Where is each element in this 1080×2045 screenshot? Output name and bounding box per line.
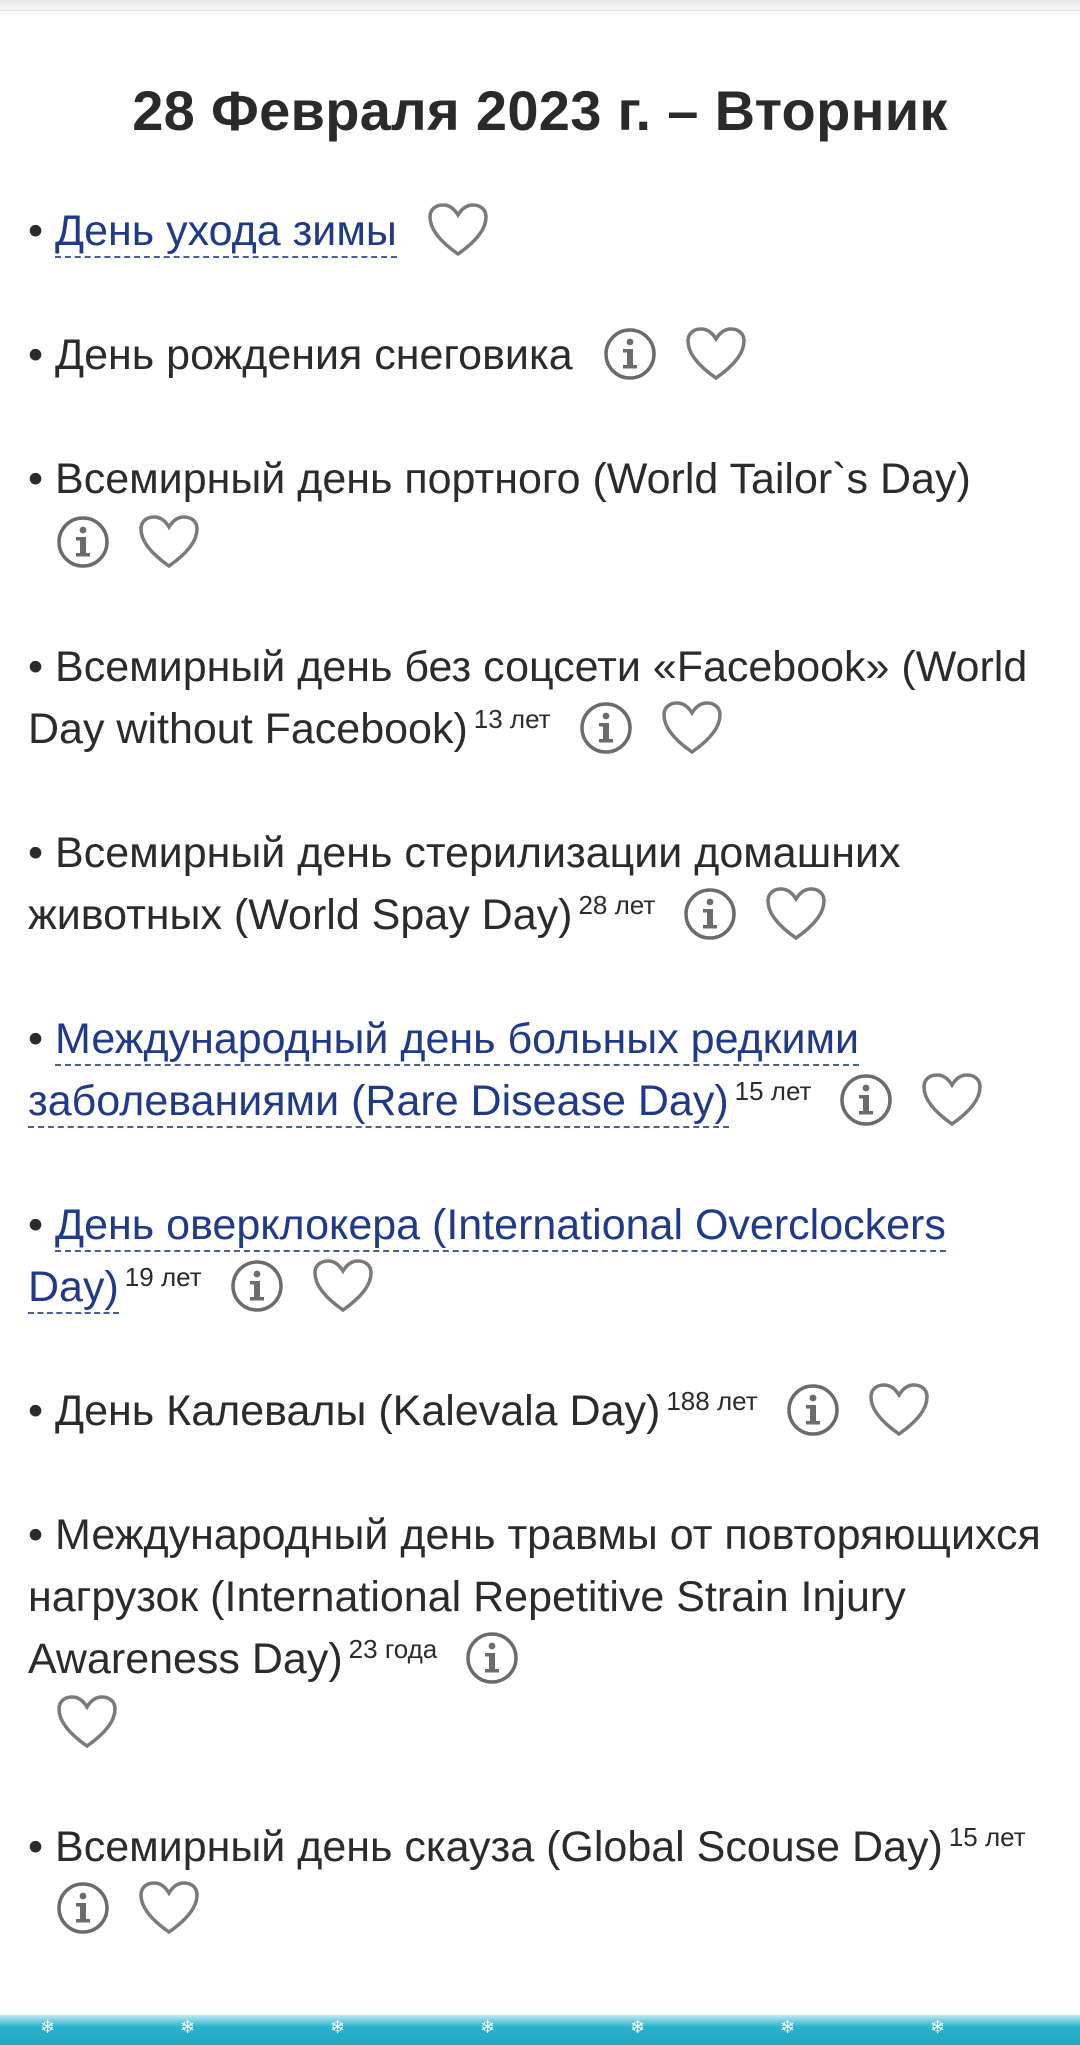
- holiday-age: 28 лет: [578, 889, 656, 920]
- holiday-item: • Международный день больных редкими заб…: [28, 1008, 1058, 1132]
- holiday-label: Всемирный день без соцсети «Facebook» (W…: [28, 643, 1028, 753]
- heart-icon[interactable]: [312, 1258, 374, 1314]
- info-icon[interactable]: [56, 515, 110, 569]
- info-icon[interactable]: [465, 1631, 519, 1685]
- heart-icon[interactable]: [427, 202, 489, 258]
- holiday-list: • День ухода зимы • День рождения снегов…: [28, 200, 1058, 2002]
- holiday-item: • Всемирный день без соцсети «Facebook» …: [28, 636, 1058, 760]
- info-icon[interactable]: [786, 1383, 840, 1437]
- heart-icon[interactable]: [921, 1072, 983, 1128]
- snowflake-icon: ❄: [180, 2017, 196, 2038]
- info-icon[interactable]: [683, 887, 737, 941]
- holiday-age: 19 лет: [124, 1261, 202, 1292]
- heart-icon[interactable]: [685, 326, 747, 382]
- snowflake-icon: ❄: [330, 2017, 346, 2038]
- holiday-link[interactable]: День оверклокера (International Overcloc…: [28, 1201, 946, 1314]
- holiday-item: • Всемирный день стерилизации домашних ж…: [28, 822, 1058, 946]
- holiday-item: • Международный день травмы от повторяющ…: [28, 1504, 1058, 1754]
- holiday-item: • День оверклокера (International Overcl…: [28, 1194, 1058, 1318]
- snowflake-icon: ❄: [930, 2017, 946, 2038]
- snowflake-icon: ❄: [780, 2017, 796, 2038]
- heart-icon[interactable]: [765, 886, 827, 942]
- holiday-link[interactable]: Международный день больных редкими забол…: [28, 1015, 860, 1128]
- holiday-item: • День Калевалы (Kalevala Day) 188 лет: [28, 1380, 1058, 1442]
- holiday-actions: [56, 512, 1058, 574]
- top-divider: [0, 0, 1080, 11]
- bullet: •: [28, 1511, 44, 1559]
- holiday-actions: [56, 1692, 1058, 1754]
- holiday-item: • День ухода зимы: [28, 200, 1058, 262]
- bullet: •: [28, 207, 44, 255]
- holiday-item: • День рождения снеговика: [28, 324, 1058, 386]
- bullet: •: [28, 1015, 44, 1063]
- info-icon[interactable]: [603, 327, 657, 381]
- snowflake-icon: ❄: [40, 2017, 56, 2038]
- holiday-age: 23 года: [348, 1633, 438, 1664]
- holiday-age: 13 лет: [473, 703, 551, 734]
- heart-icon[interactable]: [138, 514, 200, 570]
- bullet: •: [28, 829, 44, 877]
- snowflake-icon: ❄: [480, 2017, 496, 2038]
- holiday-label: Всемирный день портного (World Tailor`s …: [55, 455, 971, 503]
- snowflake-icon: ❄: [630, 2017, 646, 2038]
- heart-icon[interactable]: [661, 700, 723, 756]
- heart-icon[interactable]: [56, 1694, 118, 1750]
- holiday-item: • Всемирный день портного (World Tailor`…: [28, 448, 1058, 574]
- holiday-item: • Всемирный день скауза (Global Scouse D…: [28, 1816, 1058, 1940]
- holiday-link[interactable]: День ухода зимы: [55, 207, 397, 258]
- bullet: •: [28, 455, 44, 503]
- holiday-label: День Калевалы (Kalevala Day): [55, 1387, 661, 1435]
- bullet: •: [28, 1387, 44, 1435]
- bullet: •: [28, 1823, 44, 1871]
- info-icon[interactable]: [230, 1259, 284, 1313]
- heart-icon[interactable]: [868, 1382, 930, 1438]
- holiday-label: Международный день травмы от повторяющих…: [28, 1511, 1041, 1683]
- holiday-age: 15 лет: [734, 1075, 812, 1106]
- bullet: •: [28, 1201, 44, 1249]
- holiday-label: Всемирный день скауза (Global Scouse Day…: [55, 1823, 943, 1871]
- info-icon[interactable]: [579, 701, 633, 755]
- decorative-snowflake-border: ❄ ❄ ❄ ❄ ❄ ❄ ❄: [0, 2015, 1080, 2045]
- page-title: 28 Февраля 2023 г. – Вторник: [132, 78, 948, 142]
- info-icon[interactable]: [839, 1073, 893, 1127]
- bullet: •: [28, 643, 44, 691]
- bullet: •: [28, 331, 44, 379]
- holiday-label: День рождения снеговика: [55, 331, 573, 379]
- holiday-age: 15 лет: [948, 1821, 1026, 1852]
- info-icon[interactable]: [56, 1881, 110, 1935]
- heart-icon[interactable]: [138, 1880, 200, 1936]
- holiday-age: 188 лет: [666, 1385, 758, 1416]
